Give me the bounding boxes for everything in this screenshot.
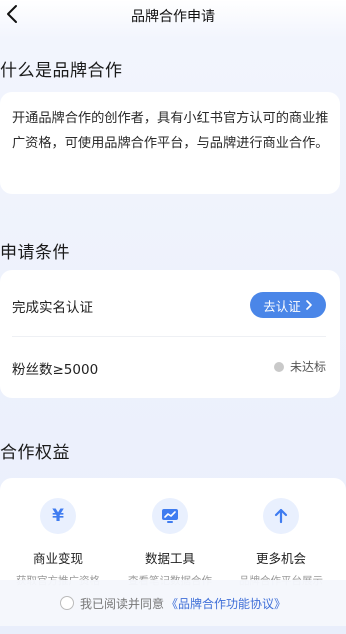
- benefits-section-title: 合作权益: [0, 443, 70, 463]
- agreement-bar: 我已阅读并同意 《品牌合作功能协议》: [0, 580, 346, 626]
- benefit-label: 更多机会: [255, 551, 306, 566]
- agree-checkbox[interactable]: [59, 596, 74, 610]
- benefit-monetization: ¥ 商业变现 获取官方推广资格: [3, 498, 113, 588]
- benefit-label: 商业变现: [32, 551, 83, 566]
- yen-icon: ¥: [40, 498, 76, 534]
- conditions-card: 完成实名认证 去认证 粉丝数≥5000 未达标: [0, 270, 340, 398]
- chart-icon: [152, 498, 188, 534]
- chevron-right-icon: [305, 300, 312, 310]
- followers-status: 未达标: [273, 358, 326, 375]
- conditions-section-title: 申请条件: [0, 243, 70, 263]
- divider: [12, 336, 326, 337]
- status-dot-icon: [273, 361, 284, 372]
- page-title: 品牌合作申请: [131, 9, 215, 25]
- intro-card: 开通品牌合作的创作者，具有小红书官方认可的商业推广资格，可使用品牌合作平台，与品…: [0, 92, 340, 194]
- up-arrow-icon: [263, 498, 299, 534]
- intro-text: 开通品牌合作的创作者，具有小红书官方认可的商业推广资格，可使用品牌合作平台，与品…: [12, 111, 329, 151]
- verify-button[interactable]: 去认证: [250, 292, 326, 318]
- condition-realname-label: 完成实名认证: [12, 300, 93, 316]
- benefit-data-tools: 数据工具 查看笔记数据合作: [115, 498, 225, 588]
- condition-followers-label: 粉丝数≥5000: [12, 362, 99, 378]
- agreement-link[interactable]: 《品牌合作功能协议》: [166, 595, 286, 612]
- followers-status-text: 未达标: [289, 360, 326, 374]
- intro-section-title: 什么是品牌合作: [0, 61, 123, 81]
- nav-bar: 品牌合作申请: [0, 0, 346, 30]
- verify-button-label: 去认证: [263, 298, 301, 314]
- agreement-prefix: 我已阅读并同意: [79, 596, 164, 611]
- benefit-label: 数据工具: [144, 551, 195, 566]
- benefit-more-opportunities: 更多机会 品牌合作平台展示: [226, 498, 336, 588]
